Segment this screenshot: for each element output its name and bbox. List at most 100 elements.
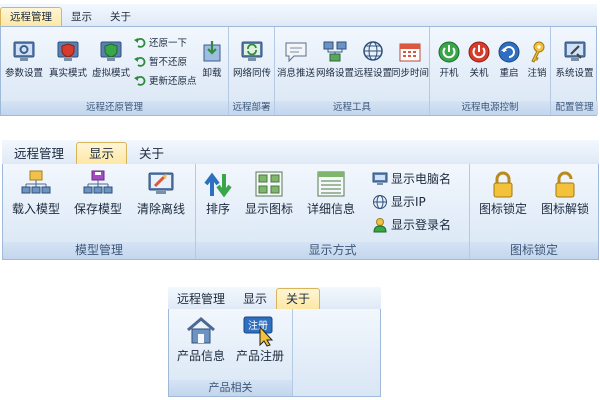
home-icon bbox=[187, 317, 215, 344]
show-icon-button[interactable]: 显示图标 bbox=[240, 170, 298, 217]
group-label: 显示方式 bbox=[196, 242, 469, 259]
monitor-gear-icon bbox=[13, 41, 35, 61]
button-label: 开机 bbox=[439, 68, 459, 79]
tab-about[interactable]: 关于 bbox=[101, 8, 140, 26]
globe-icon bbox=[373, 194, 387, 209]
computer-name-icon bbox=[372, 172, 388, 185]
ribbon-tab-bar: 远程管理 显示 关于 bbox=[0, 4, 597, 27]
detail-list-icon bbox=[317, 171, 345, 197]
group-label: 远程部署 bbox=[229, 101, 274, 115]
ribbon-display: 远程管理 显示 关于 载入模型 保存模型 清除离线 模型管理 排序 显示图标 详… bbox=[2, 140, 599, 260]
restore-once-button[interactable]: 还原一下 bbox=[134, 35, 187, 49]
real-mode-button[interactable]: 真实模式 bbox=[47, 39, 89, 79]
power-green-icon bbox=[438, 41, 460, 63]
detail-info-button[interactable]: 详细信息 bbox=[302, 170, 360, 217]
button-label: 消息推送 bbox=[277, 68, 316, 79]
button-label: 更新还原点 bbox=[149, 76, 197, 87]
group-label: 远程工具 bbox=[275, 101, 429, 115]
sort-arrows-icon bbox=[204, 172, 232, 198]
button-label: 暂不还原 bbox=[149, 57, 188, 68]
button-label: 系统设置 bbox=[555, 68, 594, 79]
power-off-button[interactable]: 关机 bbox=[466, 39, 492, 79]
power-red-icon bbox=[468, 41, 490, 63]
product-info-button[interactable]: 产品信息 bbox=[173, 315, 229, 364]
group-label: 远程还原管理 bbox=[1, 101, 228, 115]
uninstall-box-icon bbox=[203, 41, 221, 62]
ribbon-panel: 参数设置 真实模式 虚拟模式 还原一下 暂不还原 更新还原点 卸载 远程还原管理… bbox=[0, 27, 598, 116]
show-computer-name-button[interactable]: 显示电脑名 bbox=[372, 170, 451, 187]
button-label: 图标解锁 bbox=[540, 202, 589, 216]
button-label: 注销 bbox=[527, 68, 547, 79]
button-label: 图标锁定 bbox=[478, 202, 527, 216]
restart-button[interactable]: 重启 bbox=[496, 39, 522, 79]
button-label: 关机 bbox=[469, 68, 489, 79]
tab-display[interactable]: 显示 bbox=[62, 8, 101, 26]
group-remote-power: 开机 关机 重启 注销 远程电源控制 bbox=[430, 27, 551, 115]
button-label: 产品信息 bbox=[176, 349, 225, 363]
tab-remote-management[interactable]: 远程管理 bbox=[168, 289, 234, 309]
show-login-name-button[interactable]: 显示登录名 bbox=[372, 216, 451, 233]
button-label: 虚拟模式 bbox=[91, 68, 130, 79]
save-model-button[interactable]: 保存模型 bbox=[69, 170, 127, 217]
button-label: 卸载 bbox=[202, 68, 222, 79]
group-label: 模型管理 bbox=[3, 242, 195, 259]
ribbon-tab-bar: 远程管理 显示 关于 bbox=[2, 140, 599, 165]
product-register-button[interactable]: 注册 产品注册 bbox=[231, 315, 289, 364]
undo-arrow-icon bbox=[134, 38, 146, 48]
calendar-icon bbox=[399, 43, 421, 62]
group-label: 远程电源控制 bbox=[430, 101, 550, 115]
button-label: 载入模型 bbox=[11, 202, 60, 216]
button-label: 网络同传 bbox=[232, 68, 271, 79]
button-label: 显示IP bbox=[391, 195, 426, 209]
button-label: 还原一下 bbox=[149, 38, 188, 49]
virtual-mode-button[interactable]: 虚拟模式 bbox=[90, 39, 132, 79]
tab-display[interactable]: 显示 bbox=[76, 142, 128, 164]
show-ip-button[interactable]: 显示IP bbox=[372, 193, 426, 210]
uninstall-button[interactable]: 卸载 bbox=[199, 39, 225, 79]
power-on-button[interactable]: 开机 bbox=[436, 39, 462, 79]
load-model-button[interactable]: 载入模型 bbox=[7, 170, 65, 217]
tab-remote-management[interactable]: 远程管理 bbox=[0, 7, 62, 26]
icon-grid-icon bbox=[255, 171, 283, 197]
network-transfer-button[interactable]: 网络同传 bbox=[231, 39, 273, 79]
unlock-icon bbox=[555, 171, 575, 198]
save-model-icon bbox=[83, 170, 113, 194]
tab-about[interactable]: 关于 bbox=[276, 288, 321, 309]
button-label: 显示登录名 bbox=[391, 218, 452, 232]
group-model-management: 载入模型 保存模型 清除离线 模型管理 bbox=[3, 164, 196, 259]
ribbon-panel: 产品信息 注册 产品注册 产品相关 bbox=[168, 309, 381, 397]
update-restore-point-button[interactable]: 更新还原点 bbox=[134, 73, 197, 87]
message-push-button[interactable]: 消息推送 bbox=[277, 39, 315, 79]
group-product: 产品信息 注册 产品注册 产品相关 bbox=[169, 309, 293, 396]
message-bubble-icon bbox=[285, 42, 307, 63]
button-label: 产品注册 bbox=[235, 349, 284, 363]
remote-settings-button[interactable]: 远程设置 bbox=[354, 39, 392, 79]
param-settings-button[interactable]: 参数设置 bbox=[5, 39, 43, 79]
group-label: 图标锁定 bbox=[470, 242, 598, 259]
button-label: 远程设置 bbox=[354, 68, 393, 79]
button-label: 清除离线 bbox=[136, 202, 185, 216]
group-display-mode: 排序 显示图标 详细信息 显示电脑名 显示IP 显示登录名 显示方式 bbox=[196, 164, 470, 259]
tab-display[interactable]: 显示 bbox=[234, 289, 276, 309]
shield-red-icon bbox=[57, 41, 79, 61]
sort-button[interactable]: 排序 bbox=[200, 170, 236, 217]
clear-offline-button[interactable]: 清除离线 bbox=[131, 170, 191, 217]
group-config-management: 系统设置 配置管理 bbox=[551, 27, 598, 115]
icon-lock-button[interactable]: 图标锁定 bbox=[474, 170, 532, 217]
button-label: 显示图标 bbox=[244, 202, 293, 216]
tab-about[interactable]: 关于 bbox=[127, 143, 176, 164]
network-settings-button[interactable]: 网络设置 bbox=[316, 39, 354, 79]
tab-remote-management[interactable]: 远程管理 bbox=[2, 143, 76, 164]
logout-button[interactable]: 注销 bbox=[524, 39, 550, 79]
system-settings-button[interactable]: 系统设置 bbox=[553, 39, 596, 79]
icon-unlock-button[interactable]: 图标解锁 bbox=[536, 170, 594, 217]
pause-restore-button[interactable]: 暂不还原 bbox=[134, 54, 187, 68]
sync-time-button[interactable]: 同步时间 bbox=[391, 39, 429, 79]
button-label: 重启 bbox=[499, 68, 519, 79]
group-remote-tools: 消息推送 网络设置 远程设置 同步时间 远程工具 bbox=[275, 27, 430, 115]
button-label: 保存模型 bbox=[73, 202, 122, 216]
button-label: 网络设置 bbox=[316, 68, 355, 79]
button-label: 详细信息 bbox=[306, 202, 355, 216]
sync-monitor-icon bbox=[241, 41, 263, 61]
register-badge-text: 注册 bbox=[248, 319, 268, 332]
